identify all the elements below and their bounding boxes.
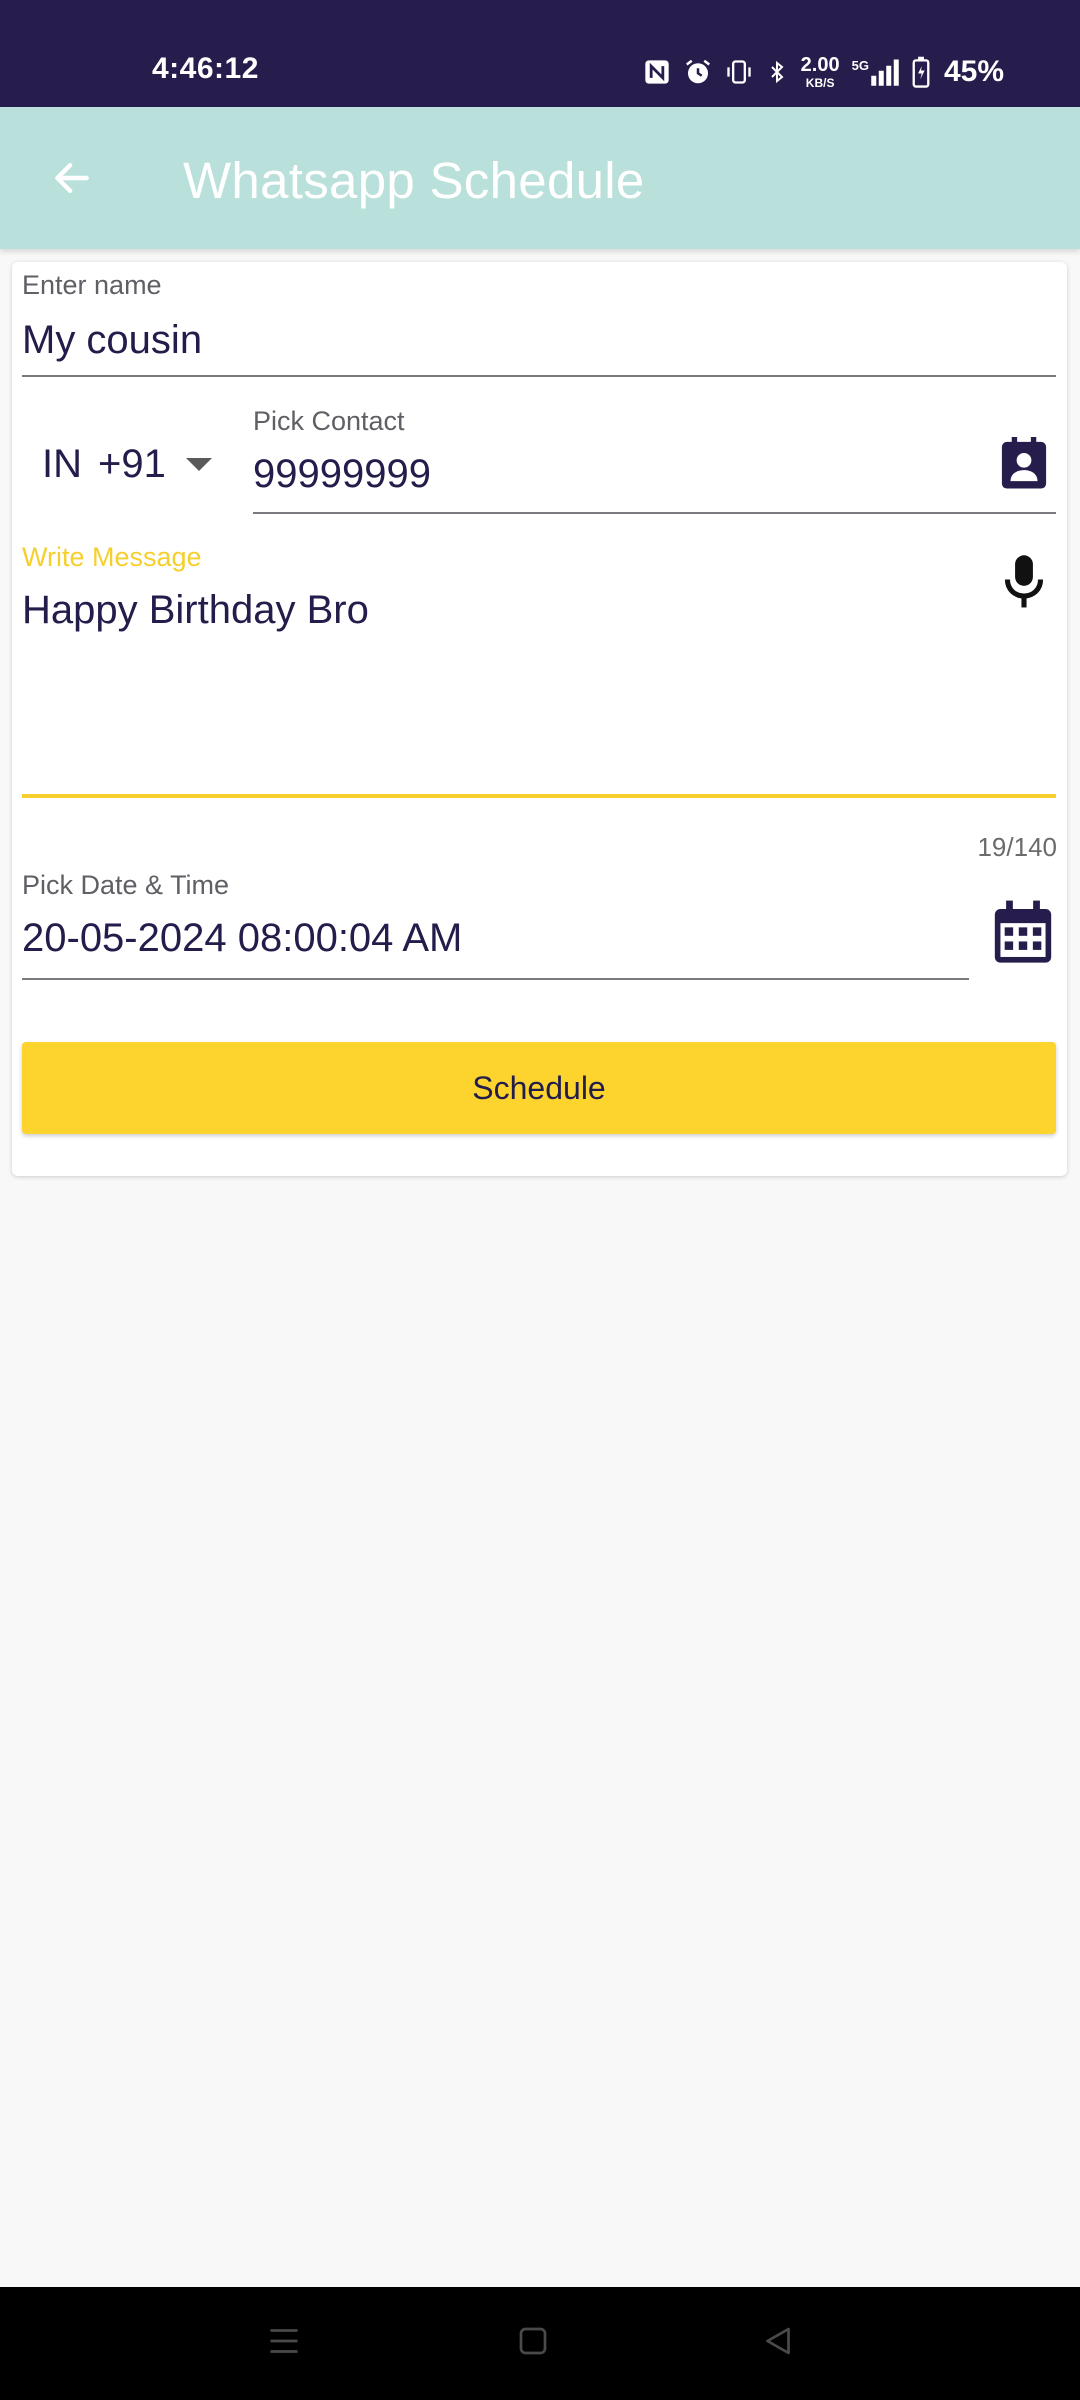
datetime-underline [22, 978, 969, 980]
message-textarea[interactable]: Happy Birthday Bro [22, 588, 962, 778]
back-button[interactable] [40, 146, 104, 210]
microphone-icon [1004, 555, 1044, 608]
bluetooth-icon [765, 57, 789, 87]
name-label: Enter name [22, 270, 162, 300]
country-code: IN [42, 441, 82, 486]
datetime-label: Pick Date & Time [22, 870, 230, 900]
net-speed-value: 2.00 [800, 54, 840, 76]
name-input[interactable]: My cousin [22, 318, 1056, 378]
contact-underline [253, 512, 1056, 514]
home-square-icon [519, 2327, 547, 2355]
back-nav-button[interactable] [760, 2323, 796, 2364]
battery-icon [912, 56, 930, 88]
net-speed: 2.00 KB/S [801, 55, 840, 89]
page-title: Whatsapp Schedule [183, 152, 645, 209]
contact-book-icon [1001, 437, 1047, 489]
voice-input-button[interactable] [996, 547, 1052, 617]
pick-contact-button[interactable] [994, 434, 1054, 494]
name-underline [22, 375, 1056, 377]
contact-label: Pick Contact [253, 406, 405, 436]
signal-icon: 5G [852, 58, 900, 86]
country-code-picker[interactable]: IN +91 [42, 434, 212, 494]
battery-percentage: 45% [943, 55, 1004, 88]
recent-apps-button[interactable] [266, 2323, 302, 2364]
datetime-input[interactable]: 20-05-2024 08:00:04 AM [22, 916, 962, 976]
character-counter: 19/140 [977, 832, 1057, 862]
schedule-form-card: Enter name My cousin IN +91 Pick Contact… [12, 262, 1067, 1176]
message-underline [22, 794, 1056, 798]
calendar-icon [994, 900, 1052, 963]
app-bar: Whatsapp Schedule [0, 107, 1080, 249]
dropdown-caret-icon [185, 457, 212, 471]
alarm-icon [683, 57, 713, 87]
nfc-icon [643, 58, 671, 86]
back-triangle-icon [766, 2327, 790, 2355]
message-label: Write Message [22, 542, 202, 572]
pick-date-button[interactable] [990, 898, 1056, 968]
network-type-label: 5G [851, 58, 869, 73]
vibrate-icon [725, 58, 753, 86]
net-speed-unit: KB/S [805, 76, 835, 90]
status-bar: 4:46:12 2.00 KB/S 5G 45% [0, 0, 1080, 107]
menu-icon [270, 2329, 298, 2353]
schedule-button[interactable]: Schedule [22, 1042, 1056, 1134]
status-time: 4:46:12 [152, 52, 259, 85]
contact-number-input[interactable]: 99999999 [253, 452, 973, 512]
home-button[interactable] [515, 2323, 551, 2364]
dial-code: +91 [98, 441, 166, 486]
status-icons: 2.00 KB/S 5G 45% [643, 50, 1004, 94]
back-arrow-icon [55, 162, 89, 194]
system-navigation-bar [0, 2287, 1080, 2400]
